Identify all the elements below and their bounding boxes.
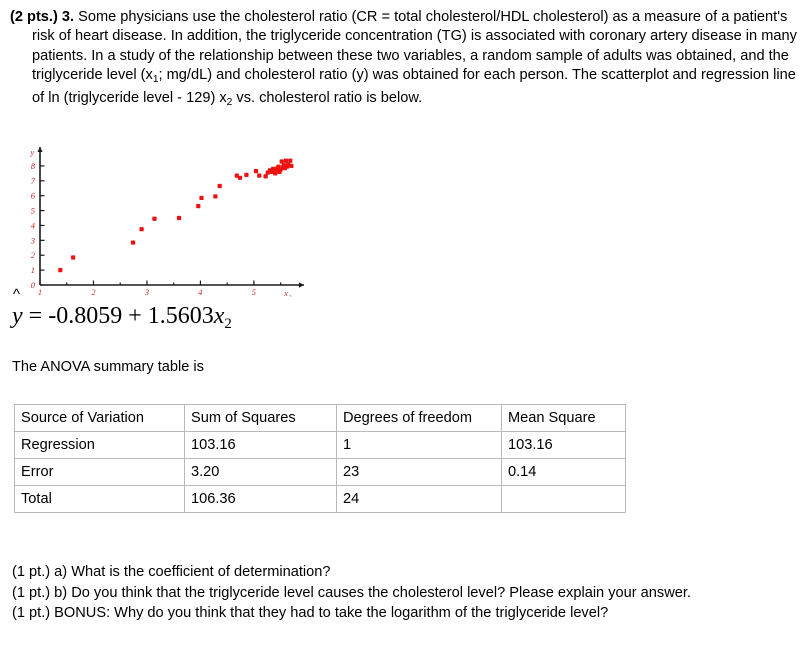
scatter-point: [217, 183, 222, 189]
scatterplot-canvas: 12345012345678x2y: [29, 147, 304, 298]
cell-source-error: Error: [14, 458, 184, 485]
cell-ms-regression: 103.16: [501, 431, 626, 458]
x-axis-tick-label: 3: [144, 288, 149, 297]
cell-source-total: Total: [14, 485, 184, 513]
hat-accent-icon: ^: [13, 286, 21, 303]
cell-df-total: 24: [336, 485, 501, 513]
x-axis-tick-label: 5: [252, 288, 256, 297]
sub-question-bonus: (1 pt.) BONUS: Why do you think that the…: [12, 605, 609, 621]
y-hat: ^ y: [12, 287, 23, 330]
y-axis-tick-label: 0: [31, 280, 36, 290]
cell-source-regression: Regression: [14, 431, 184, 458]
scatter-point: [289, 163, 294, 169]
scatter-point: [288, 158, 293, 163]
scatter-point: [253, 169, 259, 174]
scatter-point: [283, 158, 289, 163]
scatter-point: [263, 174, 268, 179]
y-axis-tick-label: 8: [31, 161, 36, 171]
x-axis-tick-label: 2: [91, 288, 95, 297]
sub-questions: (1 pt.) a) What is the coefficient of de…: [12, 562, 802, 624]
anova-intro-text: The ANOVA summary table is: [12, 359, 204, 375]
scatter-point: [199, 195, 204, 201]
question-body-part3: vs. cholesterol ratio is below.: [232, 90, 423, 107]
cell-ss-total: 106.36: [184, 485, 336, 513]
scatter-point: [71, 255, 76, 260]
y-axis-tick-label: 5: [31, 206, 35, 216]
scatter-point: [237, 175, 243, 180]
scatterplot: 12345012345678x2y: [16, 145, 316, 297]
y-axis-label: y: [29, 148, 34, 157]
scatter-points-group: [58, 158, 294, 273]
anova-summary-table: Source of Variation Sum of Squares Degre…: [14, 404, 626, 513]
scatter-point: [279, 159, 284, 164]
sub-question-b: (1 pt.) b) Do you think that the triglyc…: [12, 584, 691, 601]
x-axis-tick-label: 1: [38, 288, 42, 297]
question-points: (2 pts.): [10, 9, 58, 25]
scatter-point: [139, 227, 144, 232]
column-header-df: Degrees of freedom: [336, 404, 501, 431]
scatter-point: [213, 194, 218, 199]
regression-equation: ^ y = -0.8059 + 1.5603x2: [12, 287, 232, 333]
x-axis-label-subscript: 2: [289, 295, 292, 298]
table-row: Error 3.20 23 0.14: [14, 458, 626, 485]
equation-x: x: [213, 303, 225, 329]
cell-ms-error: 0.14: [501, 458, 626, 485]
y-axis-arrow-icon: [37, 147, 43, 152]
y-axis-tick-label: 4: [31, 220, 36, 230]
scatter-point: [196, 204, 201, 209]
equation-plus: +: [122, 303, 148, 329]
scatter-point: [152, 216, 157, 221]
equation-equals: =: [22, 303, 49, 329]
cell-df-regression: 1: [336, 431, 501, 458]
equation-slope: 1.5603: [147, 303, 214, 329]
scatter-point: [58, 268, 63, 273]
table-header-row: Source of Variation Sum of Squares Degre…: [14, 404, 626, 431]
column-header-ms: Mean Square: [501, 404, 626, 431]
y-axis-tick-label: 7: [31, 176, 36, 186]
sub-question-a: (1 pt.) a) What is the coefficient of de…: [12, 564, 331, 580]
table-row: Regression 103.16 1 103.16: [14, 431, 626, 458]
scatter-point: [176, 215, 182, 221]
table-row: Total 106.36 24: [14, 485, 626, 513]
x-axis-arrow-icon: [299, 282, 304, 288]
y-axis-tick-label: 3: [30, 235, 35, 245]
column-header-ss: Sum of Squares: [184, 404, 336, 431]
scatter-point: [244, 172, 249, 177]
column-header-source: Source of Variation: [14, 404, 184, 431]
cell-ss-regression: 103.16: [184, 431, 336, 458]
x-axis-label: x: [283, 289, 288, 297]
cell-ss-error: 3.20: [184, 458, 336, 485]
equation-intercept: -0.8059: [48, 303, 123, 329]
equation-x-subscript: 2: [224, 316, 232, 333]
question-number: 3.: [61, 9, 75, 25]
x-axis-tick-label: 4: [198, 288, 202, 297]
y-axis-tick-label: 2: [31, 250, 36, 260]
cell-df-error: 23: [336, 458, 501, 485]
question-stem: (2 pts.) 3. Some physicians use the chol…: [10, 8, 798, 113]
y-axis-tick-label: 1: [31, 265, 35, 275]
cell-ms-total: [501, 485, 626, 513]
y-axis-tick-label: 6: [31, 191, 36, 201]
question-stem-text: (2 pts.) 3. Some physicians use the chol…: [10, 8, 798, 113]
scatter-point: [257, 173, 262, 178]
scatter-point: [130, 240, 136, 245]
equation-y: y: [12, 303, 23, 329]
